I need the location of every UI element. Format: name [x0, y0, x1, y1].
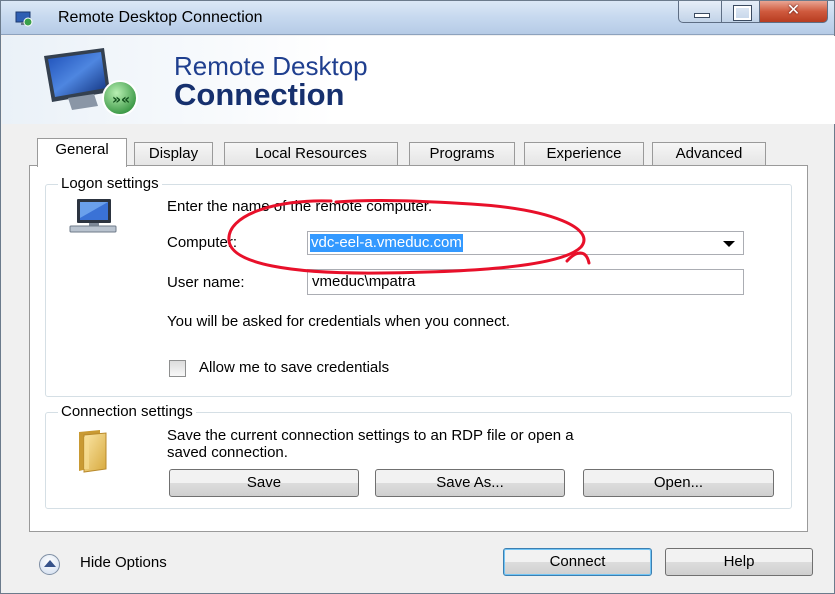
save-credentials-checkbox[interactable] [169, 360, 186, 377]
title-bar[interactable]: Remote Desktop Connection ✕ [1, 1, 834, 35]
connection-description-line2: saved connection. [167, 444, 288, 461]
save-button[interactable]: Save [169, 469, 359, 497]
dropdown-arrow-icon[interactable] [723, 241, 735, 247]
close-button[interactable]: ✕ [760, 1, 828, 23]
banner-title-line2: Connection [174, 77, 345, 112]
hide-options-link[interactable]: Hide Options [80, 554, 167, 571]
rdp-app-icon [15, 11, 33, 27]
tab-experience[interactable]: Experience [524, 142, 644, 166]
minimize-button[interactable] [678, 1, 722, 23]
chevron-up-icon[interactable] [39, 554, 60, 575]
open-button[interactable]: Open... [583, 469, 774, 497]
logon-instruction: Enter the name of the remote computer. [167, 198, 433, 215]
credentials-note: You will be asked for credentials when y… [167, 313, 510, 330]
save-as-button[interactable]: Save As... [375, 469, 565, 497]
window-title: Remote Desktop Connection [58, 9, 263, 26]
computer-icon [69, 199, 117, 233]
logon-settings-label: Logon settings [58, 175, 162, 192]
rdp-window: Remote Desktop Connection ✕ »« Remote De… [0, 0, 835, 594]
username-label: User name: [167, 274, 245, 291]
tab-display[interactable]: Display [134, 142, 213, 166]
close-icon: ✕ [786, 2, 801, 19]
tab-advanced[interactable]: Advanced [652, 142, 766, 166]
tab-programs[interactable]: Programs [409, 142, 515, 166]
tab-local-resources[interactable]: Local Resources [224, 142, 398, 166]
help-button[interactable]: Help [665, 548, 813, 576]
remote-desktop-logo: »« [44, 48, 138, 116]
folder-icon [79, 430, 107, 473]
computer-label: Computer: [167, 234, 238, 251]
svg-text:»«: »« [112, 92, 130, 108]
save-credentials-label[interactable]: Allow me to save credentials [199, 359, 389, 376]
connect-button[interactable]: Connect [503, 548, 652, 576]
connection-description-line1: Save the current connection settings to … [167, 427, 574, 444]
maximize-button[interactable] [722, 1, 760, 23]
tab-general[interactable]: General [37, 138, 127, 167]
banner: »« Remote Desktop Connection [2, 36, 835, 124]
connection-settings-label: Connection settings [58, 403, 196, 420]
username-field[interactable]: vmeduc\mpatra [307, 269, 744, 295]
computer-value[interactable]: vdc-eel-a.vmeduc.com [310, 234, 463, 252]
computer-combobox[interactable]: vdc-eel-a.vmeduc.com [307, 231, 744, 255]
